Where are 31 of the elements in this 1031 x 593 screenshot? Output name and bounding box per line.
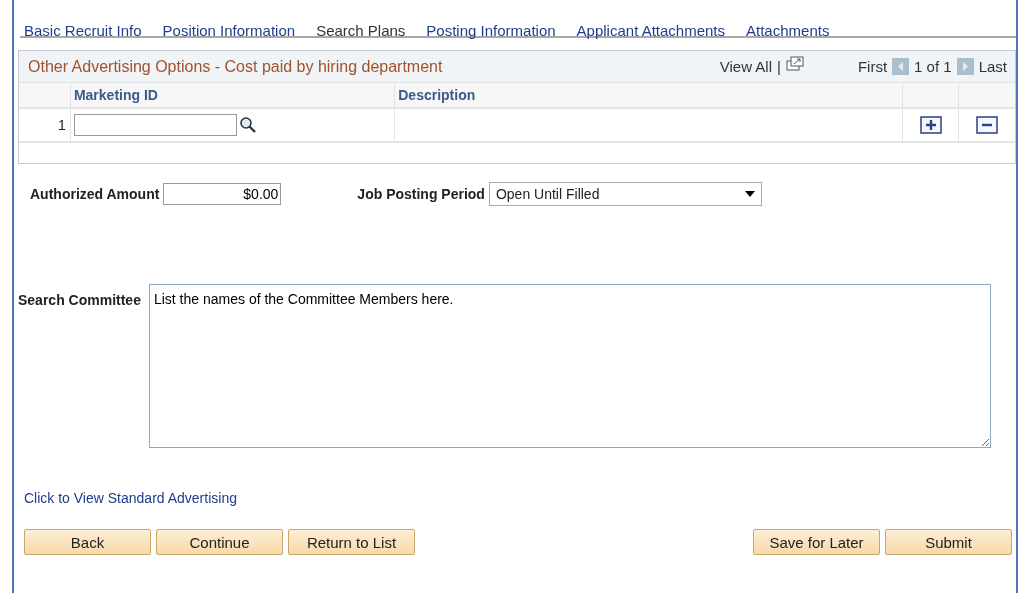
job-posting-period-dropdown[interactable]: Open Until Filled	[488, 182, 762, 206]
delete-row-icon[interactable]	[976, 116, 999, 134]
field-label: Authorized Amount	[30, 186, 160, 202]
search-committee-field[interactable]: List the names of the Committee Members here.	[148, 284, 991, 448]
tab[interactable]: Basic Recruit Info	[24, 22, 142, 36]
row-number: 1	[58, 117, 66, 133]
separator: |	[777, 58, 781, 75]
action-button[interactable]: Continue	[156, 529, 283, 555]
action-button[interactable]: Return to List	[288, 529, 415, 555]
action-button[interactable]: Submit	[885, 529, 1012, 555]
add-row-icon[interactable]	[919, 116, 942, 134]
page-indicator: 1 of 1	[914, 58, 952, 75]
dropdown-caret-icon	[744, 191, 755, 197]
column-header: Marketing ID	[73, 87, 158, 103]
action-button[interactable]: Back	[24, 529, 151, 555]
first-label: First	[857, 58, 888, 75]
authorized-amount-field[interactable]: $0.00	[163, 183, 282, 205]
tab[interactable]: Search Plans	[316, 22, 406, 36]
field-label: Search Committee	[18, 292, 141, 308]
search-icon[interactable]	[238, 116, 257, 134]
view-all-link[interactable]: View All	[719, 58, 773, 75]
new-window-icon[interactable]	[785, 55, 805, 72]
marketing-id-field[interactable]	[73, 114, 237, 136]
action-button[interactable]: Save for Later	[753, 529, 880, 555]
tab[interactable]: Attachments	[746, 22, 830, 36]
grid-title: Other Advertising Options - Cost paid by hiring department	[28, 57, 443, 76]
standard-advertising-link[interactable]: Click to View Standard Advertising	[24, 490, 237, 506]
tab[interactable]: Position Information	[162, 22, 296, 36]
column-header: Description	[398, 87, 476, 103]
last-label: Last	[978, 58, 1007, 75]
field-label: Job Posting Period	[357, 186, 485, 202]
